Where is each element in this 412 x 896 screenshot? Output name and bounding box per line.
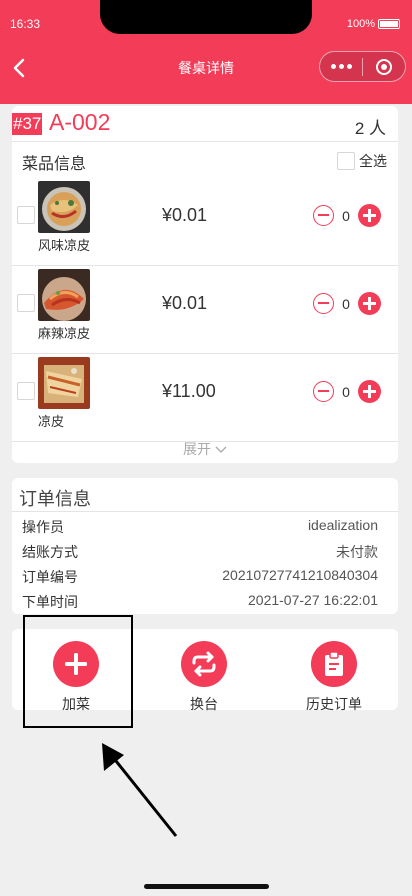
target-icon [376,58,392,75]
clipboard-icon [325,651,343,676]
action-label: 历史订单 [306,696,362,712]
divider [12,511,398,512]
table-header: #37 A-002 2 人 [12,106,398,142]
order-row-time: 下单时间 2021-07-27 16:22:01 [22,590,378,612]
dish-photo [38,181,90,233]
quantity-stepper: 0 [313,292,381,315]
battery-icon [378,19,400,29]
dish-price: ¥0.01 [162,205,208,225]
section-title: 菜品信息 [22,156,87,173]
expand-button[interactable]: 展开 [12,439,398,459]
order-row-label: 订单编号 [22,569,78,585]
order-row-value: 2021-07-27 16:22:01 [248,592,378,608]
plus-button[interactable] [358,380,381,403]
header-bar: 16:33 100% 餐桌详情 [0,0,412,104]
quantity-value: 0 [342,207,350,224]
more-menu-button[interactable] [320,64,362,69]
battery-percent: 100% [346,18,375,30]
dish-price: ¥0.01 [162,293,208,313]
dish-photo [38,357,90,409]
dishes-card: #37 A-002 2 人 菜品信息 全选 风味凉皮 ¥0.01 0 麻辣凉皮 … [12,106,398,463]
dish-item: 凉皮 ¥11.00 0 [12,354,398,442]
dishes-section-header: 菜品信息 全选 [12,142,398,178]
order-row-number: 订单编号 20210727741210840304 [22,565,378,587]
order-row-label: 下单时间 [22,594,78,610]
table-name: A-002 [49,109,111,135]
action-icon-circle [181,641,227,687]
change-table-button[interactable]: 换台 [154,641,254,714]
status-battery: 100% [347,18,400,30]
dish-checkbox[interactable] [17,206,35,224]
dish-checkbox[interactable] [17,382,35,400]
more-dots-icon [330,64,336,69]
minus-button[interactable] [313,205,334,226]
guest-count: 2 人 [354,119,386,138]
quantity-stepper: 0 [313,380,381,403]
plus-button[interactable] [358,204,381,227]
dish-price: ¥11.00 [162,381,216,401]
select-all-toggle[interactable]: 全选 [337,151,387,171]
order-row-label: 结账方式 [22,544,78,560]
select-all-checkbox[interactable] [337,152,355,170]
dish-checkbox[interactable] [17,294,35,312]
table-number-badge: #37 [12,113,43,135]
minus-button[interactable] [313,293,334,314]
quantity-stepper: 0 [313,204,381,227]
swap-icon [192,651,216,677]
dish-name: 凉皮 [38,414,65,429]
order-row-value: 20210727741210840304 [222,567,378,583]
expand-label: 展开 [183,441,212,457]
mini-program-capsule [319,51,406,82]
chevron-down-icon [215,446,227,453]
order-row-value: 未付款 [336,544,378,560]
dish-item: 麻辣凉皮 ¥0.01 0 [12,266,398,354]
order-info-card: 订单信息 操作员 idealization 结账方式 未付款 订单编号 2021… [12,478,398,614]
minus-button[interactable] [313,381,334,402]
select-all-label: 全选 [359,153,387,169]
highlight-box [23,615,133,728]
phone-notch [100,0,312,34]
dish-name: 麻辣凉皮 [38,326,91,341]
quantity-value: 0 [342,383,350,400]
order-row-payment: 结账方式 未付款 [22,540,378,562]
order-row-label: 操作员 [22,519,64,535]
dish-name: 风味凉皮 [38,238,91,253]
action-icon-circle [311,641,357,687]
order-row-operator: 操作员 idealization [22,515,378,537]
status-time: 16:33 [10,17,41,31]
quantity-value: 0 [342,295,350,312]
action-label: 换台 [190,696,218,712]
close-mini-program-button[interactable] [363,58,405,75]
plus-button[interactable] [358,292,381,315]
dish-item: 风味凉皮 ¥0.01 0 [12,178,398,266]
order-history-button[interactable]: 历史订单 [284,641,384,714]
order-info-title: 订单信息 [19,489,91,509]
order-row-value: idealization [307,517,378,533]
home-indicator [144,884,269,889]
dish-photo [38,269,90,321]
